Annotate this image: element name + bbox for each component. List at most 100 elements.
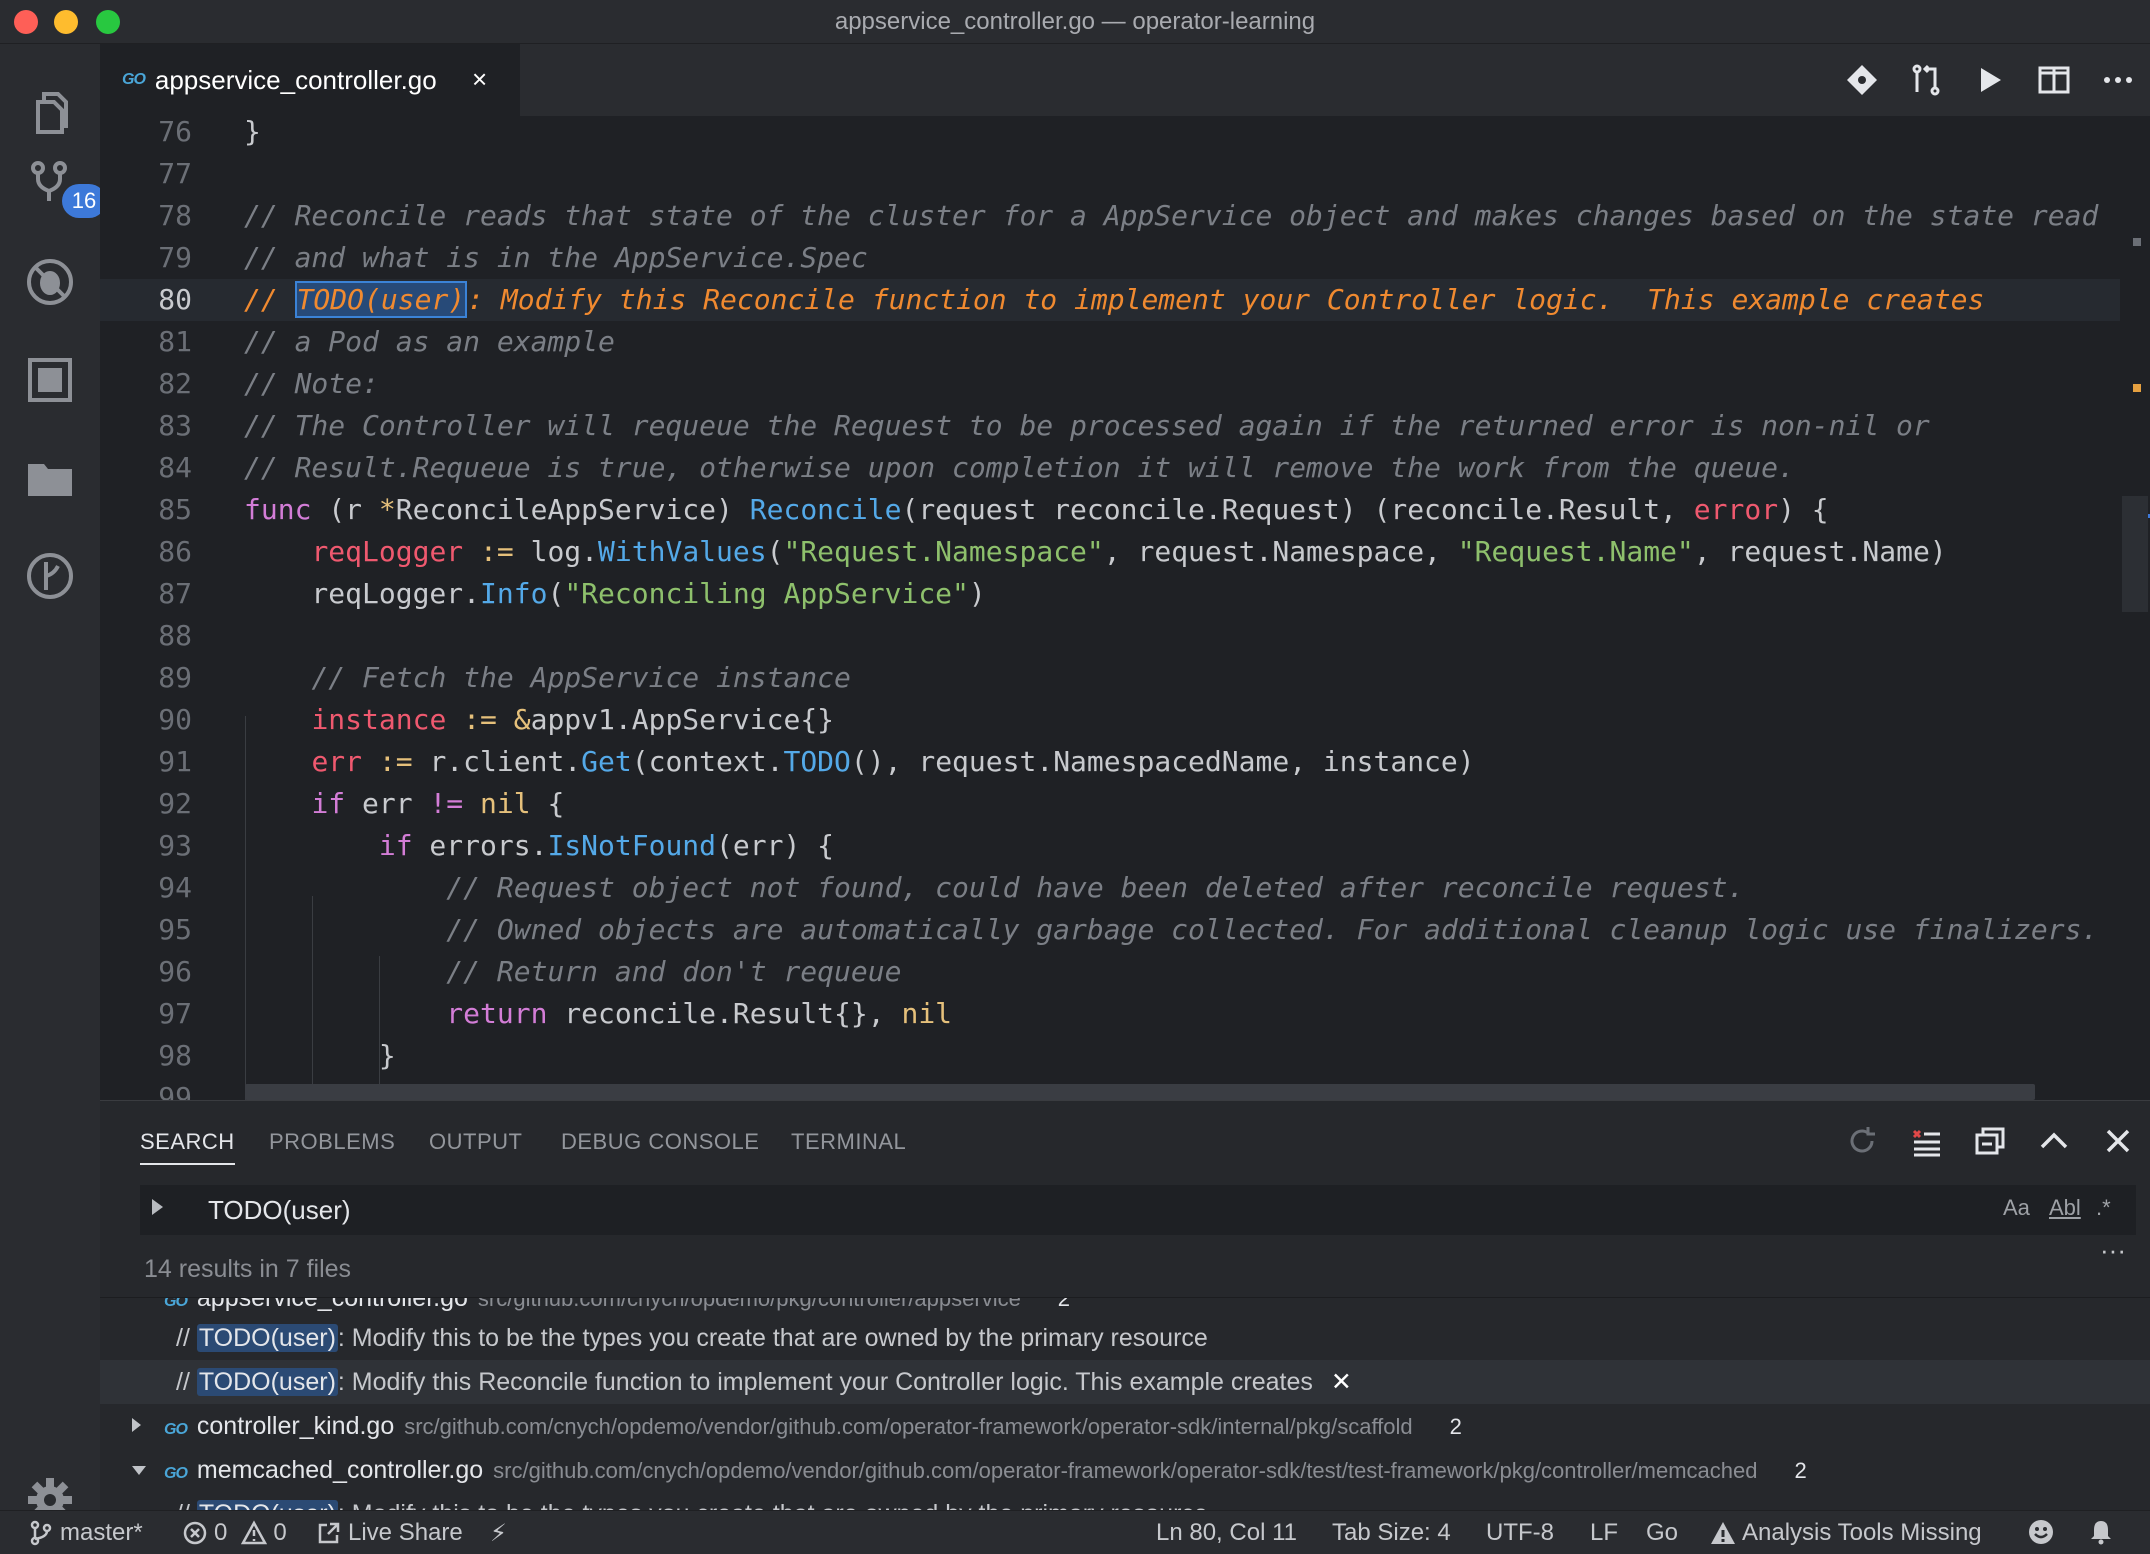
extensions-icon[interactable] xyxy=(22,352,78,408)
vertical-scrollbar[interactable] xyxy=(2122,496,2148,612)
code-line[interactable]: 89 // Fetch the AppService instance xyxy=(100,657,2120,699)
code-token: log. xyxy=(513,535,599,568)
source-control-icon[interactable]: 16 xyxy=(22,156,106,218)
gitlens-icon[interactable] xyxy=(22,548,78,604)
chevron-right-icon[interactable] xyxy=(132,1418,141,1432)
code-token: func xyxy=(244,493,312,526)
git-compare-icon[interactable] xyxy=(1830,44,1894,116)
result-file-name: controller_kind.go xyxy=(196,1412,395,1440)
results-summary: 14 results in 7 files xyxy=(144,1255,352,1283)
result-match-row-selected[interactable]: // TODO(user): Modify this Reconcile fun… xyxy=(100,1360,2150,1404)
more-actions-icon[interactable] xyxy=(2086,44,2150,116)
code-line[interactable]: 94 // Request object not found, could ha… xyxy=(100,867,2120,909)
regex-toggle[interactable]: .* xyxy=(2096,1195,2111,1221)
code-line[interactable]: 76} xyxy=(100,116,2120,153)
code-line[interactable]: 98 } xyxy=(100,1035,2120,1077)
result-file-row[interactable]: GO memcached_controller.go src/github.com/… xyxy=(100,1448,2150,1492)
search-query[interactable]: TODO(user) xyxy=(208,1195,351,1226)
line-number: 99 xyxy=(158,1081,192,1100)
search-input[interactable]: TODO(user) Aa Abl .* xyxy=(140,1185,2136,1235)
tab-output[interactable]: OUTPUT xyxy=(429,1129,522,1155)
line-number: 85 xyxy=(158,493,192,526)
code-line[interactable]: 95 // Owned objects are automatically ga… xyxy=(100,909,2120,951)
code-line[interactable]: 86 reqLogger := log.WithValues("Request.… xyxy=(100,531,2120,573)
code-token: if xyxy=(311,787,346,820)
maximize-panel-icon[interactable] xyxy=(2022,1113,2086,1169)
tab-appservice-controller[interactable]: GO appservice_controller.go × xyxy=(100,44,520,116)
code-editor[interactable]: 76} 77 78 // Reconcile reads that state of … xyxy=(100,116,2150,1100)
line-number: 90 xyxy=(158,703,192,736)
tab-search[interactable]: SEARCH xyxy=(140,1129,235,1165)
code-line[interactable]: 80 // TODO(user): Modify this Reconcile f… xyxy=(100,279,2120,321)
folder-icon[interactable] xyxy=(22,450,78,506)
code-token: ) xyxy=(968,577,986,610)
code-token: { xyxy=(530,787,565,820)
close-panel-icon[interactable] xyxy=(2086,1113,2150,1169)
code-line[interactable]: 92 if err != nil { xyxy=(100,783,2120,825)
result-file-row[interactable]: GO controller_kind.go src/github.com/cnych… xyxy=(100,1404,2150,1448)
result-match-row[interactable]: // TODO(user): Modify this to be the typ… xyxy=(100,1492,2150,1511)
open-changes-icon[interactable] xyxy=(1894,44,1958,116)
feedback-smiley-icon[interactable] xyxy=(2028,1519,2060,1545)
problems-status[interactable]: 0 0 xyxy=(182,1519,287,1547)
result-file-path: src/github.com/cnych/opdemo/pkg/controll… xyxy=(477,1297,1021,1311)
debug-icon[interactable] xyxy=(22,254,78,310)
line-ending[interactable]: LF xyxy=(1590,1519,1618,1547)
code-line[interactable]: 88 xyxy=(100,615,2120,657)
live-share-label: Live Share xyxy=(348,1519,463,1546)
tab-close-icon[interactable]: × xyxy=(472,64,487,95)
run-icon[interactable] xyxy=(1958,44,2022,116)
line-source: // Owned objects are automatically garba… xyxy=(244,909,2098,951)
code-line[interactable]: 91 err := r.client.Get(context.TODO(), r… xyxy=(100,741,2120,783)
code-token: ) { xyxy=(1778,493,1829,526)
language-mode[interactable]: Go xyxy=(1646,1519,1678,1547)
result-match-row[interactable]: // TODO(user): Modify this to be the typ… xyxy=(100,1316,2150,1360)
code-line[interactable]: 85 func (r *ReconcileAppService) Reconcil… xyxy=(100,489,2120,531)
horizontal-scrollbar[interactable] xyxy=(245,1084,2035,1100)
analysis-tools-status[interactable]: Analysis Tools Missing xyxy=(1710,1519,1982,1547)
code-line[interactable]: 78 // Reconcile reads that state of the c… xyxy=(100,195,2120,237)
code-line[interactable]: 93 if errors.IsNotFound(err) { xyxy=(100,825,2120,867)
branch-status[interactable]: master* xyxy=(28,1519,143,1547)
code-line[interactable]: 82 // Note: xyxy=(100,363,2120,405)
code-token: reconcile.Result{}, xyxy=(547,997,902,1030)
tab-debug-console[interactable]: DEBUG CONSOLE xyxy=(561,1129,759,1155)
code-line[interactable]: 79 // and what is in the AppService.Spec xyxy=(100,237,2120,279)
bolt-icon[interactable]: ⚡ xyxy=(490,1519,507,1548)
code-token: // Owned objects are automatically garba… xyxy=(446,913,2099,946)
code-line[interactable]: 84 // Result.Requeue is true, otherwise u… xyxy=(100,447,2120,489)
code-line[interactable]: 83 // The Controller will requeue the Req… xyxy=(100,405,2120,447)
whole-word-toggle[interactable]: Abl xyxy=(2049,1195,2081,1221)
tab-terminal[interactable]: TERMINAL xyxy=(791,1129,906,1155)
code-line[interactable]: 96 // Return and don't requeue xyxy=(100,951,2120,993)
search-details-toggle[interactable]: ··· xyxy=(2100,1235,2126,1266)
line-number: 83 xyxy=(158,409,192,442)
split-editor-icon[interactable] xyxy=(2022,44,2086,116)
code-line[interactable]: 87 reqLogger.Info("Reconciling AppServic… xyxy=(100,573,2120,615)
encoding[interactable]: UTF-8 xyxy=(1486,1519,1554,1547)
chevron-down-icon[interactable] xyxy=(132,1466,146,1475)
live-share-button[interactable]: Live Share xyxy=(316,1519,463,1547)
line-source: // Note: xyxy=(244,363,379,405)
explorer-icon[interactable] xyxy=(22,84,78,140)
notifications-bell-icon[interactable] xyxy=(2088,1519,2120,1545)
tab-size[interactable]: Tab Size: 4 xyxy=(1332,1519,1451,1547)
cursor-position[interactable]: Ln 80, Col 11 xyxy=(1156,1519,1297,1547)
dismiss-match-icon[interactable]: ✕ xyxy=(1331,1368,1352,1396)
code-line[interactable]: 77 xyxy=(100,153,2120,195)
toggle-replace-icon[interactable] xyxy=(152,1199,163,1215)
refresh-icon[interactable] xyxy=(1830,1113,1894,1169)
line-number: 98 xyxy=(158,1039,192,1072)
code-line[interactable]: 90 instance := &appv1.AppService{} xyxy=(100,699,2120,741)
code-line[interactable]: 81 // a Pod as an example xyxy=(100,321,2120,363)
collapse-all-icon[interactable] xyxy=(1958,1113,2022,1169)
line-source: // Reconcile reads that state of the clu… xyxy=(244,195,2098,237)
match-case-toggle[interactable]: Aa xyxy=(2003,1195,2030,1221)
line-source: err := r.client.Get(context.TODO(), requ… xyxy=(244,741,1474,783)
tab-problems[interactable]: PROBLEMS xyxy=(269,1129,395,1155)
line-source: } xyxy=(244,1035,396,1077)
clear-results-icon[interactable] xyxy=(1894,1113,1958,1169)
code-line[interactable]: 97 return reconcile.Result{}, nil xyxy=(100,993,2120,1035)
